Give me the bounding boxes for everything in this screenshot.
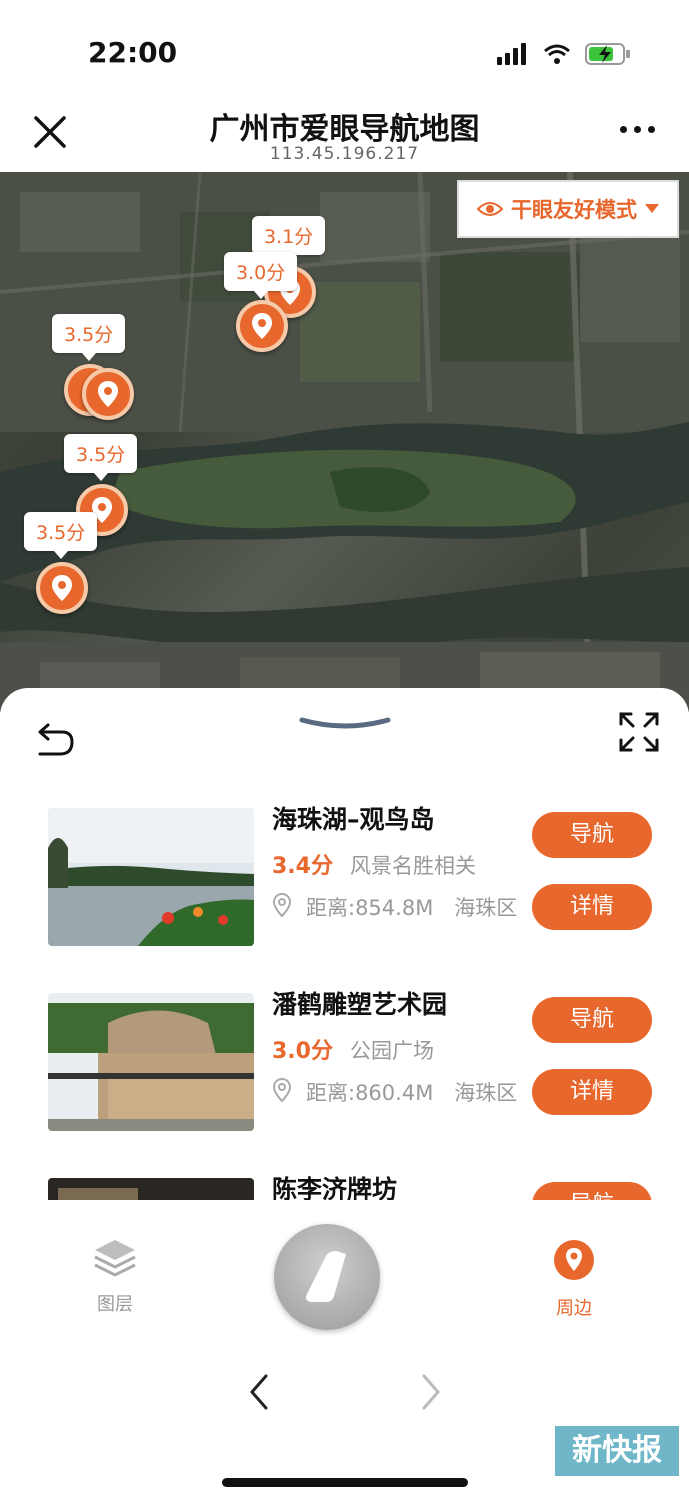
page-subtitle: 113.45.196.217 bbox=[269, 144, 420, 164]
poi-score: 3.0分 bbox=[272, 1039, 333, 1064]
map-pin[interactable] bbox=[36, 562, 88, 614]
status-time: 22:00 bbox=[88, 36, 178, 69]
location-pin-icon bbox=[98, 381, 118, 407]
map-pin-label[interactable]: 3.0分 bbox=[224, 252, 298, 299]
map-pin[interactable] bbox=[236, 300, 288, 352]
poi-category: 公园广场 bbox=[350, 1039, 434, 1063]
compass-button[interactable] bbox=[274, 1224, 380, 1330]
poi-distance: 距离:860.4M 海珠区 bbox=[272, 1077, 522, 1109]
location-outline-icon bbox=[272, 1078, 292, 1102]
more-dot-icon bbox=[634, 126, 641, 133]
more-dot-icon bbox=[620, 126, 627, 133]
poi-distance-text: 距离:854.8M 海珠区 bbox=[306, 896, 518, 920]
status-bar: 22:00 bbox=[0, 0, 689, 100]
layers-label: 图层 bbox=[97, 1294, 133, 1315]
nearby-button[interactable]: 周边 bbox=[549, 1238, 599, 1320]
list-item[interactable]: 潘鹤雕塑艺术园 3.0分 公园广场 距离:860.4M 海珠区 导航 详情 bbox=[48, 990, 658, 1133]
poi-score: 3.4分 bbox=[272, 854, 333, 879]
poi-photo-lake bbox=[48, 808, 254, 946]
navigate-button[interactable]: 导航 bbox=[532, 812, 652, 858]
map-pin-label[interactable]: 3.5分 bbox=[24, 512, 98, 559]
compass-needle-icon bbox=[306, 1251, 346, 1302]
fullscreen-icon[interactable] bbox=[617, 710, 661, 754]
location-pin-icon bbox=[252, 313, 272, 339]
battery-charging-icon bbox=[585, 43, 630, 65]
poi-name: 海珠湖–观鸟岛 bbox=[272, 805, 435, 834]
poi-photo-sculpture bbox=[48, 993, 254, 1131]
sheet-collapse-handle-icon[interactable] bbox=[298, 716, 392, 730]
map-pin[interactable] bbox=[82, 368, 134, 420]
poi-distance-text: 距离:860.4M 海珠区 bbox=[306, 1081, 518, 1105]
satellite-map[interactable]: 干眼友好模式 3.1分 3.0分 3.5分 3.5分 3.5分 bbox=[0, 172, 689, 712]
poi-name: 潘鹤雕塑艺术园 bbox=[272, 990, 448, 1019]
map-pin-label[interactable]: 3.5分 bbox=[52, 314, 126, 361]
list-item[interactable]: 海珠湖–观鸟岛 3.4分 风景名胜相关 距离:854.8M 海珠区 导航 详情 bbox=[48, 805, 658, 948]
layers-button[interactable]: 图层 bbox=[90, 1238, 140, 1316]
bottom-toolbar: 图层 周边 新快报 bbox=[0, 1200, 689, 1500]
nav-bar: 广州市爱眼导航地图 113.45.196.217 bbox=[0, 100, 689, 174]
eye-icon bbox=[477, 202, 503, 216]
more-dot-icon bbox=[648, 126, 655, 133]
detail-button[interactable]: 详情 bbox=[532, 884, 652, 930]
chevron-right-icon[interactable] bbox=[416, 1372, 446, 1412]
location-pin-icon bbox=[52, 575, 72, 601]
poi-bottom-sheet: 海珠湖–观鸟岛 3.4分 风景名胜相关 距离:854.8M 海珠区 导航 详情 … bbox=[0, 688, 689, 1208]
nearby-label: 周边 bbox=[556, 1298, 592, 1319]
layers-icon bbox=[94, 1240, 136, 1277]
location-pin-icon bbox=[554, 1240, 594, 1280]
wifi-icon bbox=[544, 44, 570, 64]
detail-button[interactable]: 详情 bbox=[532, 1069, 652, 1115]
cellular-signal-icon bbox=[497, 43, 526, 65]
status-icons bbox=[497, 42, 631, 66]
navigate-button[interactable]: 导航 bbox=[532, 997, 652, 1043]
watermark-logo: 新快报 bbox=[555, 1426, 679, 1476]
caret-down-icon bbox=[645, 204, 659, 213]
poi-category: 风景名胜相关 bbox=[350, 854, 476, 878]
mode-toggle-label: 干眼友好模式 bbox=[511, 198, 637, 222]
dry-eye-mode-toggle[interactable]: 干眼友好模式 bbox=[457, 180, 679, 238]
more-options-button[interactable] bbox=[620, 126, 655, 133]
map-pin-label[interactable]: 3.5分 bbox=[64, 434, 138, 481]
page-title: 广州市爱眼导航地图 bbox=[209, 112, 480, 147]
home-indicator bbox=[222, 1478, 468, 1487]
map-pin-label[interactable]: 3.1分 bbox=[252, 216, 326, 263]
undo-icon[interactable] bbox=[34, 722, 74, 758]
location-outline-icon bbox=[272, 893, 292, 917]
poi-distance: 距离:854.8M 海珠区 bbox=[272, 892, 522, 924]
chevron-left-icon[interactable] bbox=[244, 1372, 274, 1412]
